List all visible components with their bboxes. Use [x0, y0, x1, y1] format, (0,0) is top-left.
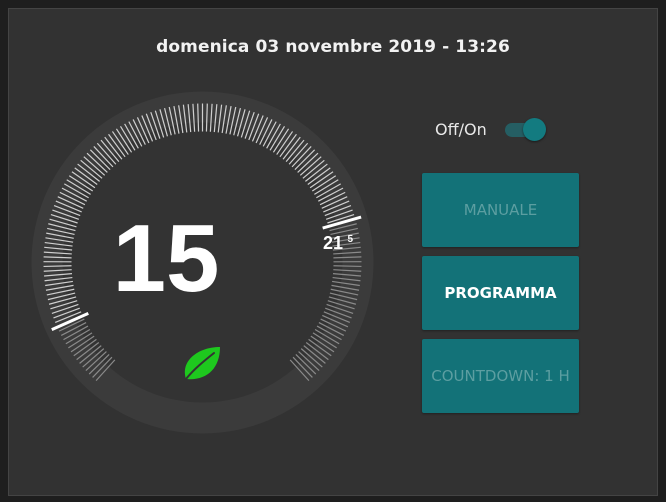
date-time-display: domenica 03 novembre 2019 - 13:26 — [156, 37, 510, 57]
thermostat-dial-graphic: 15 21 5 — [31, 91, 374, 434]
power-toggle[interactable] — [503, 117, 547, 141]
power-toggle-label: Off/On — [435, 119, 487, 139]
program-mode-button[interactable]: PROGRAMMA — [422, 256, 579, 330]
power-toggle-knob — [522, 118, 546, 141]
setpoint-decimal: 5 — [347, 234, 353, 245]
dial-tick — [43, 265, 72, 268]
dial-tick — [333, 265, 362, 268]
dial-tick — [197, 103, 200, 132]
dial-tick — [205, 103, 208, 132]
thermostat-dial[interactable]: 15 21 5 — [30, 90, 375, 435]
setpoint-temperature: 21 — [323, 233, 343, 253]
manual-mode-button[interactable]: MANUALE — [422, 173, 579, 247]
power-toggle-row: Off/On — [435, 117, 547, 141]
current-temperature: 15 — [113, 205, 220, 312]
countdown-mode-button[interactable]: COUNTDOWN: 1 H — [422, 339, 579, 413]
